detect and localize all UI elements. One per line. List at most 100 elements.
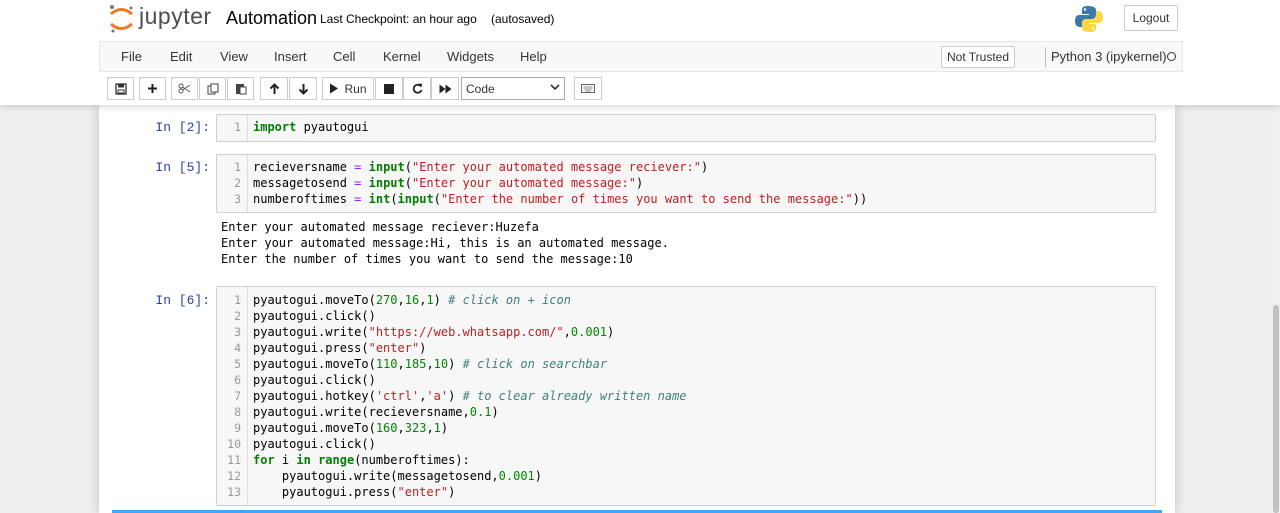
token-num: 10 <box>433 357 449 371</box>
menu-file[interactable]: File <box>121 49 142 64</box>
token-str: 'a' <box>426 389 449 403</box>
token-num: 110 <box>375 357 398 371</box>
token: pyautogui.press( <box>253 485 398 499</box>
line-number: 3 <box>234 325 241 339</box>
token: , <box>563 325 571 339</box>
cut-button[interactable] <box>171 77 198 100</box>
token: recieversname <box>253 160 355 174</box>
output-line: Enter your automated message reciever:Hu… <box>221 220 539 234</box>
top-bar: jupyter Automation Last Checkpoint: an h… <box>0 0 1280 41</box>
menu-kernel[interactable]: Kernel <box>383 49 421 64</box>
token-num: 1 <box>433 421 441 435</box>
menu-widgets[interactable]: Widgets <box>447 49 494 64</box>
notebook-header: jupyter Automation Last Checkpoint: an h… <box>0 0 1280 105</box>
line-number: 1 <box>234 160 241 174</box>
menu-help[interactable]: Help <box>520 49 547 64</box>
code-input-area[interactable]: 1 pyautogui.moveTo(270,16,1) # click on +… <box>216 286 1156 506</box>
token: ) <box>419 341 427 355</box>
token-num: 0.001 <box>498 469 535 483</box>
output-line: Enter your automated message:Hi, this is… <box>221 236 669 250</box>
insert-cell-button[interactable] <box>139 77 166 100</box>
token-kw: import <box>253 120 297 134</box>
move-up-button[interactable] <box>260 77 288 100</box>
token-str: "Enter the number of times you want to s… <box>440 192 853 206</box>
line-number: 3 <box>234 192 241 206</box>
token: ( <box>433 192 441 206</box>
interrupt-button[interactable] <box>375 77 403 100</box>
code-text: pyautogui.click() <box>253 437 376 451</box>
code-text: pyautogui.write("https://web.whatsapp.co… <box>253 325 614 339</box>
menu-view[interactable]: View <box>220 49 248 64</box>
menu-cell[interactable]: Cell <box>333 49 355 64</box>
line-number: 1 <box>234 120 241 134</box>
token: )) <box>852 192 868 206</box>
token-kw: for <box>253 453 275 467</box>
token-str: "enter" <box>368 341 420 355</box>
scissors-icon <box>178 83 191 94</box>
token: numberoftimes <box>253 192 355 206</box>
cell-type-select[interactable]: Code <box>461 77 565 100</box>
play-icon <box>330 83 339 94</box>
token: , <box>426 421 434 435</box>
token-num: 270 <box>375 293 398 307</box>
token: ( <box>404 176 412 190</box>
code-text: recieversname = input("Enter your automa… <box>253 160 708 174</box>
restart-run-all-button[interactable] <box>431 77 459 100</box>
run-button[interactable]: Run <box>322 77 374 100</box>
token: pyautogui.moveTo( <box>253 421 376 435</box>
token: ) <box>440 421 449 435</box>
code-text: pyautogui.hotkey('ctrl','a') # to clear … <box>253 389 687 403</box>
line-number: 4 <box>234 341 241 355</box>
plus-icon <box>148 84 157 93</box>
run-label: Run <box>344 81 367 96</box>
not-trusted-button[interactable]: Not Trusted <box>941 46 1016 68</box>
token: , <box>397 357 405 371</box>
code-text: pyautogui.write(messagetosend,0.001) <box>253 469 542 483</box>
command-palette-button[interactable] <box>574 77 602 100</box>
jupyter-logo-text[interactable]: jupyter <box>139 3 212 30</box>
token: ) <box>448 389 463 403</box>
paste-button[interactable] <box>227 77 254 100</box>
token: pyautogui.press( <box>253 341 369 355</box>
token: ) <box>635 176 644 190</box>
code-input-area[interactable]: 1 import pyautogui <box>216 114 1156 142</box>
code-text: pyautogui.click() <box>253 309 376 323</box>
menu-insert[interactable]: Insert <box>274 49 307 64</box>
token: pyautogui.write(messagetosend, <box>253 469 499 483</box>
code-text: pyautogui.click() <box>253 373 376 387</box>
save-button[interactable] <box>107 77 134 100</box>
logout-button[interactable]: Logout <box>1124 5 1178 31</box>
token: , <box>397 421 405 435</box>
cell-prompt: In [2]: <box>155 120 210 135</box>
restart-button[interactable] <box>403 77 431 100</box>
token-str: 'ctrl' <box>375 389 420 403</box>
arrow-down-icon <box>298 83 308 95</box>
token: ( <box>390 192 398 206</box>
line-number: 2 <box>234 309 241 323</box>
token: ) <box>491 405 499 419</box>
line-number: 2 <box>234 176 241 190</box>
line-number: 13 <box>227 485 241 499</box>
scrollbar-thumb[interactable] <box>1273 305 1279 513</box>
code-input-area[interactable]: 1 recieversname = input("Enter your autom… <box>216 154 1156 213</box>
code-text: pyautogui.write(recieversname,0.1) <box>253 405 499 419</box>
line-number: 10 <box>227 437 241 451</box>
kernel-name[interactable]: Python 3 (ipykernel) <box>1051 49 1167 64</box>
code-text: numberoftimes = int(input("Enter the num… <box>253 192 867 206</box>
token-num: 185 <box>404 357 427 371</box>
notebook-name[interactable]: Automation <box>226 8 317 29</box>
cell-prompt: In [6]: <box>155 293 210 308</box>
move-down-button[interactable] <box>289 77 317 100</box>
token-kw: range <box>318 453 355 467</box>
line-number: 8 <box>234 405 241 419</box>
keyboard-icon <box>581 84 595 93</box>
line-number: 12 <box>227 469 241 483</box>
token-num: 1 <box>426 293 434 307</box>
code-text: import pyautogui <box>253 120 369 134</box>
line-number: 11 <box>227 453 241 467</box>
copy-button[interactable] <box>199 77 226 100</box>
token-num: 160 <box>375 421 398 435</box>
menu-edit[interactable]: Edit <box>170 49 192 64</box>
